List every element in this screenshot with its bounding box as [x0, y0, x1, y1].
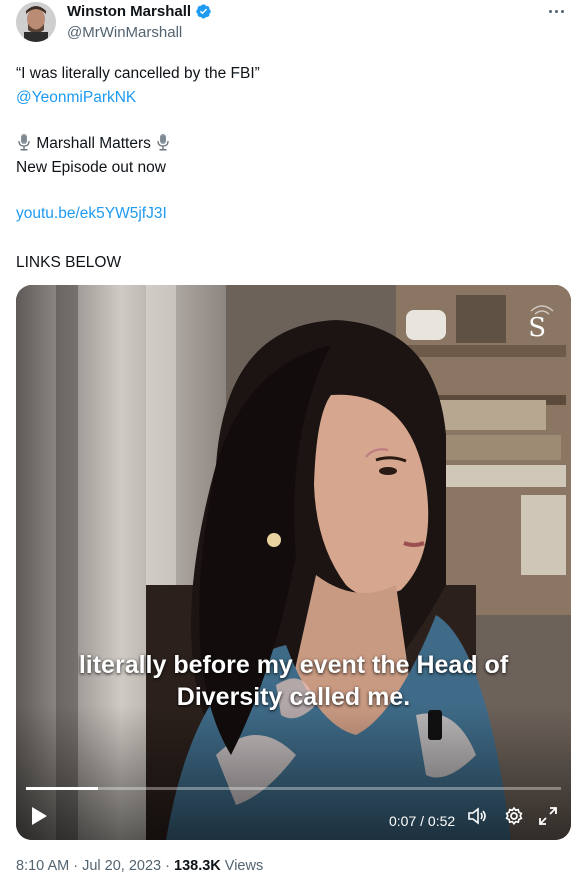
video-player[interactable]: S literally before my event the Head of … — [16, 285, 571, 840]
tweet-text-line5: LINKS BELOW — [16, 254, 122, 271]
tweet: Winston Marshall @MrWinMarshall “I was l… — [0, 0, 579, 884]
more-options-button[interactable] — [543, 0, 569, 22]
tweet-text-show: Marshall Matters — [16, 133, 171, 155]
volume-icon[interactable] — [466, 805, 488, 827]
tweet-meta: 8:10 AM · Jul 20, 2023 · 138.3K Views — [16, 858, 263, 874]
views-count: 138.3K — [174, 858, 221, 874]
separator: · — [69, 858, 83, 874]
author-name[interactable]: Winston Marshall — [67, 3, 191, 20]
show-name: Marshall Matters — [36, 135, 151, 152]
tweet-text-line1: “I was literally cancelled by the FBI” — [16, 65, 260, 82]
settings-gear-icon[interactable] — [503, 805, 525, 827]
mention-link[interactable]: @YeonmiParkNK — [16, 87, 136, 109]
video-frame — [16, 285, 571, 840]
subtitle-line: literally before my event the Head of — [78, 651, 509, 679]
dot-icon — [554, 9, 558, 13]
avatar[interactable] — [16, 2, 56, 42]
play-icon[interactable] — [30, 806, 48, 826]
tweet-date[interactable]: Jul 20, 2023 — [82, 858, 161, 874]
wifi-icon — [530, 305, 554, 315]
tweet-text-line3: New Episode out now — [16, 159, 166, 176]
separator: · — [161, 858, 174, 874]
video-controls: 0:07 / 0:52 — [16, 790, 571, 840]
fullscreen-icon[interactable] — [537, 805, 559, 827]
microphone-icon — [157, 134, 169, 151]
subtitle-line: Diversity called me. — [176, 683, 411, 711]
microphone-icon — [18, 134, 30, 151]
verified-badge-icon — [196, 4, 211, 19]
video-time: 0:07 / 0:52 — [389, 813, 456, 829]
dot-icon — [560, 9, 564, 13]
youtube-link[interactable]: youtu.be/ek5YW5jfJ3I — [16, 203, 167, 225]
dot-icon — [548, 9, 552, 13]
tweet-time[interactable]: 8:10 AM — [16, 858, 69, 874]
video-subtitles: literally before my event the Head of Di… — [16, 649, 571, 713]
author-name-row[interactable]: Winston Marshall — [67, 3, 212, 20]
author-handle[interactable]: @MrWinMarshall — [67, 24, 182, 41]
views-label: Views — [224, 858, 264, 874]
